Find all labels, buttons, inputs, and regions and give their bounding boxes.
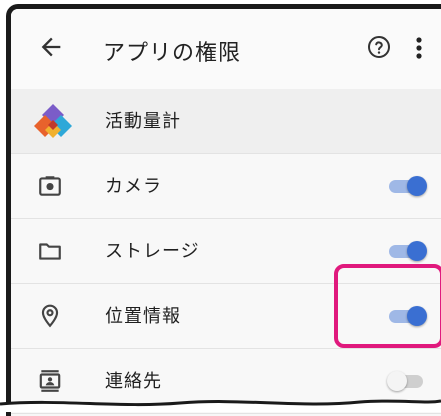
permission-label: 位置情報: [105, 306, 181, 327]
folder-icon: [39, 243, 61, 260]
contacts-icon: [39, 370, 61, 392]
highlight-box: [334, 264, 441, 348]
app-info-row: 活動量計: [11, 89, 441, 154]
permission-label: 連絡先: [105, 371, 162, 392]
app-name: 活動量計: [105, 111, 181, 132]
more-vertical-icon[interactable]: [414, 35, 424, 61]
camera-toggle[interactable]: [387, 176, 427, 196]
permission-label: ストレージ: [105, 241, 200, 262]
storage-toggle[interactable]: [387, 241, 427, 261]
permission-label: カメラ: [105, 176, 162, 197]
contacts-toggle[interactable]: [387, 371, 427, 391]
app-logo-icon: [34, 104, 72, 138]
permission-row-camera[interactable]: カメラ: [11, 154, 441, 219]
location-pin-icon: [41, 304, 59, 328]
torn-edge: [0, 399, 441, 412]
arrow-left-icon[interactable]: [37, 33, 65, 61]
app-bar: アプリの権限: [11, 9, 441, 90]
phone-screen: アプリの権限 活動量計 カメラ ストレージ 位置情報 連絡先: [6, 4, 441, 416]
page-title: アプリの権限: [103, 41, 242, 66]
help-circle-icon[interactable]: [367, 35, 391, 59]
camera-icon: [39, 176, 61, 196]
